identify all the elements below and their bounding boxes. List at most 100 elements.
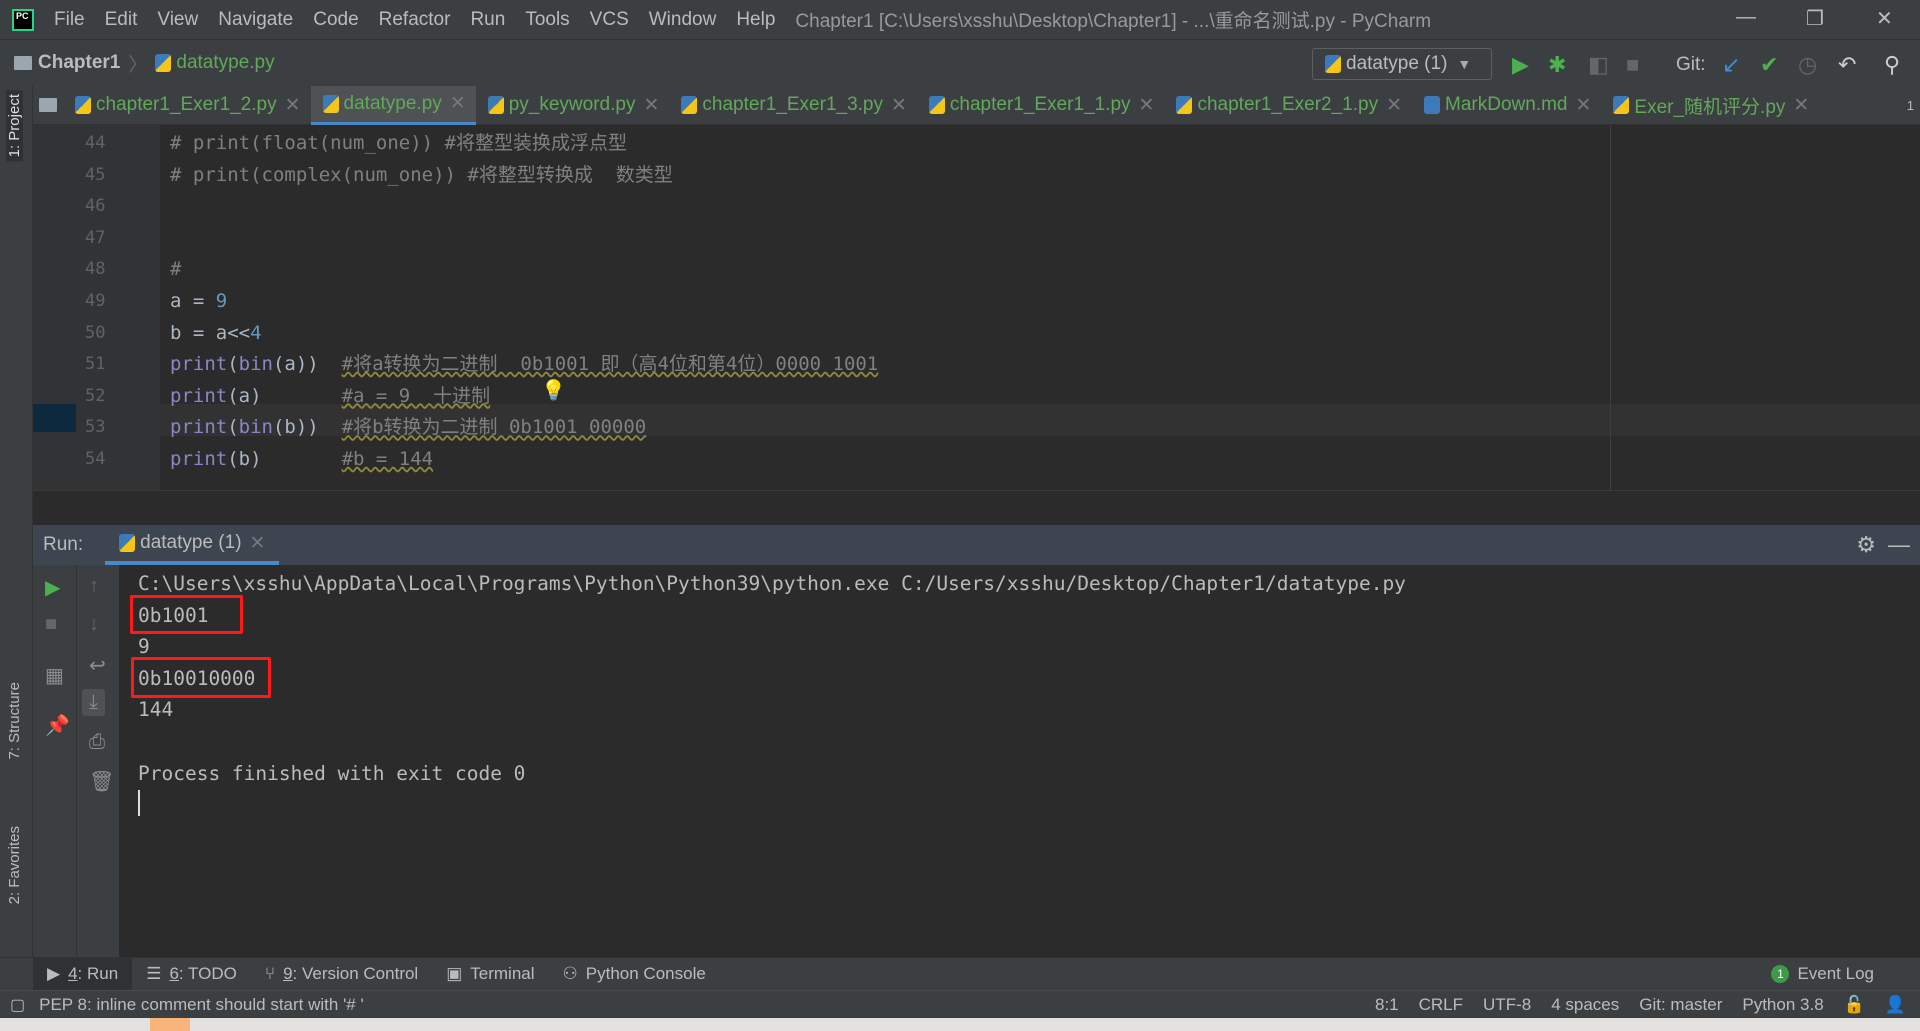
tab-label: : Run [77, 964, 119, 983]
soft-wrap-icon[interactable]: ↩ [89, 653, 106, 678]
menu-refactor[interactable]: Refactor [379, 9, 451, 31]
bottom-tab-python-console[interactable]: ⚇ Python Console [549, 958, 720, 991]
indent-setting[interactable]: 4 spaces [1551, 995, 1619, 1015]
code-token: (a) [227, 384, 342, 407]
python-file-icon [928, 96, 945, 114]
file-encoding[interactable]: UTF-8 [1483, 995, 1531, 1015]
close-tab-icon[interactable]: ✕ [1386, 94, 1402, 117]
run-tab-label: datatype (1) [140, 532, 242, 553]
tab-overflow-icon[interactable]: 1 [1907, 98, 1914, 113]
line-separator[interactable]: CRLF [1419, 995, 1463, 1015]
print-icon[interactable]: ⎙ [89, 731, 105, 754]
bottom-tab-todo[interactable]: ☰ 6: TODO [132, 958, 251, 991]
menu-view[interactable]: View [157, 9, 198, 31]
close-tab-icon[interactable]: ✕ [250, 532, 266, 555]
tab-datatype-py[interactable]: datatype.py ✕ [310, 85, 476, 125]
python-file-icon [155, 54, 172, 72]
run-config-dropdown[interactable]: datatype (1) ▼ [1312, 48, 1492, 80]
menu-file[interactable]: File [54, 9, 85, 31]
tab-label: chapter1_Exer1_3.py [702, 94, 883, 115]
coverage-icon[interactable]: ◧ [1588, 52, 1609, 78]
bottom-tab-version-control[interactable]: ⑂ 9: Version Control [251, 958, 432, 991]
git-branch[interactable]: Git: master [1639, 995, 1722, 1015]
tab-markdown-md[interactable]: MarkDown.md ✕ [1412, 86, 1601, 125]
close-window-button[interactable]: ✕ [1876, 6, 1893, 31]
settings-gear-icon[interactable]: ⚙ [1856, 532, 1876, 558]
lock-icon[interactable]: 🔓 [1844, 995, 1865, 1015]
caret-position[interactable]: 8:1 [1375, 995, 1399, 1015]
console-output[interactable]: C:\Users\xsshu\AppData\Local\Programs\Py… [119, 565, 1920, 957]
minimize-button[interactable]: — [1736, 6, 1756, 29]
git-history-icon[interactable]: ◷ [1798, 52, 1817, 78]
tab-label: py_keyword.py [508, 94, 636, 115]
close-tab-icon[interactable]: ✕ [285, 94, 301, 117]
tab-chapter1-exer2-1-py[interactable]: chapter1_Exer2_1.py ✕ [1164, 86, 1412, 125]
code-line: a = 9 [170, 286, 227, 317]
git-commit-icon[interactable]: ✔ [1760, 52, 1778, 78]
close-tab-icon[interactable]: ✕ [1576, 94, 1592, 117]
close-tab-icon[interactable]: ✕ [643, 94, 659, 117]
run-tab[interactable]: datatype (1) ✕ [105, 525, 280, 565]
code-line: print(a) #a = 9 十进制 [170, 381, 490, 412]
scroll-to-end-icon[interactable]: ⤓ [82, 689, 105, 716]
line-number: 54 [85, 449, 106, 469]
run-icon[interactable]: ▶ [1512, 52, 1529, 78]
hide-panel-icon[interactable]: — [1888, 532, 1910, 558]
tab-label: Terminal [470, 964, 535, 983]
structure-panel-tab[interactable]: 7: Structure [6, 682, 23, 760]
project-folder-icon[interactable] [39, 98, 57, 112]
stop-icon[interactable]: ■ [1626, 52, 1639, 78]
console-line: 0b10010000 [138, 666, 256, 690]
code-token: 4 [250, 321, 262, 344]
menu-tools[interactable]: Tools [525, 9, 569, 31]
favorites-panel-tab[interactable]: 2: Favorites [6, 826, 23, 904]
python-icon [1325, 55, 1341, 73]
bottom-tab-terminal[interactable]: ▣ Terminal [432, 958, 548, 991]
tab-key: 9 [283, 964, 293, 983]
breadcrumb-file[interactable]: datatype.py [176, 52, 274, 74]
python-interpreter[interactable]: Python 3.8 [1742, 995, 1823, 1015]
pin-icon[interactable]: 📌 [45, 713, 70, 738]
trash-icon[interactable]: 🗑 [89, 769, 114, 794]
menu-window[interactable]: Window [649, 9, 717, 31]
code-token: (b)) [272, 416, 342, 439]
menu-run[interactable]: Run [470, 9, 505, 31]
git-revert-icon[interactable]: ↶ [1838, 52, 1856, 78]
close-tab-icon[interactable]: ✕ [1793, 94, 1809, 117]
toggle-tool-windows-icon[interactable]: ▢ [10, 995, 25, 1015]
rerun-icon[interactable]: ▶ [45, 575, 60, 600]
bottom-tab-run[interactable]: ▶ 4: Run [33, 957, 133, 991]
down-arrow-icon[interactable]: ↓ [89, 613, 99, 636]
tab-chapter1-exer1-1-py[interactable]: chapter1_Exer1_1.py ✕ [917, 86, 1165, 125]
menu-edit[interactable]: Edit [105, 9, 138, 31]
stop-icon[interactable]: ■ [45, 613, 57, 636]
menu-vcs[interactable]: VCS [590, 9, 629, 31]
layout-icon[interactable]: ▦ [45, 663, 64, 688]
breadcrumb-project[interactable]: Chapter1 [38, 52, 120, 74]
intention-bulb-icon[interactable]: 💡 [541, 378, 566, 403]
menu-navigate[interactable]: Navigate [218, 9, 293, 31]
tab-chapter1-exer1-2-py[interactable]: chapter1_Exer1_2.py ✕ [63, 86, 311, 125]
project-panel-tab[interactable]: 1: Project [6, 90, 23, 162]
right-margin-guide [1610, 125, 1611, 490]
search-icon[interactable]: ⚲ [1884, 52, 1900, 78]
close-tab-icon[interactable]: ✕ [891, 94, 907, 117]
menu-code[interactable]: Code [313, 9, 358, 31]
tab-py-keyword-py[interactable]: py_keyword.py ✕ [476, 86, 670, 125]
tab-label: : Version Control [292, 964, 419, 983]
git-update-icon[interactable]: ↙ [1722, 52, 1740, 78]
console-line: 0b1001 [138, 603, 209, 627]
code-editor[interactable]: # print(float(num_one)) #将整型装换成浮点型 # prin… [160, 125, 1920, 490]
tab-label: Python Console [585, 964, 706, 983]
close-tab-icon[interactable]: ✕ [450, 92, 466, 115]
inspector-icon[interactable]: 👤 [1885, 995, 1906, 1015]
code-token: ( [227, 416, 239, 439]
event-log-button[interactable]: 1 Event Log [1771, 964, 1874, 984]
close-tab-icon[interactable]: ✕ [1139, 94, 1155, 117]
tab-exer-py[interactable]: Exer_随机评分.py ✕ [1601, 86, 1819, 125]
restore-button[interactable]: ❐ [1806, 6, 1824, 31]
menu-help[interactable]: Help [736, 9, 775, 31]
debug-icon[interactable]: ✱ [1548, 52, 1566, 78]
tab-chapter1-exer1-3-py[interactable]: chapter1_Exer1_3.py ✕ [669, 86, 917, 125]
up-arrow-icon[interactable]: ↑ [89, 575, 99, 598]
